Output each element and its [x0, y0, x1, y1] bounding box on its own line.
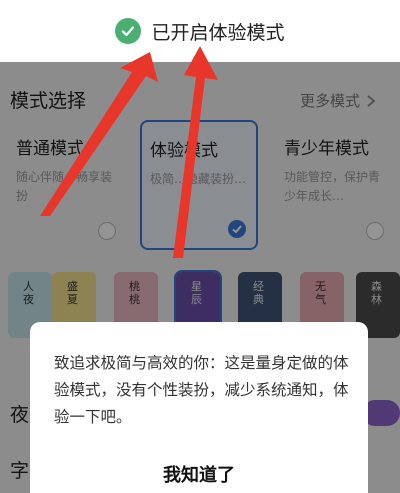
check-circle-icon	[115, 18, 142, 44]
intro-dialog: 致追求极简与高效的你：这是量身定做的体验模式，没有个性装扮，减少系统通知，体验一…	[30, 322, 368, 493]
dialog-confirm-button[interactable]: 我知道了	[30, 456, 368, 492]
mode-toast: 已开启体验模式	[0, 0, 400, 62]
toast-message: 已开启体验模式	[151, 21, 285, 44]
dialog-body: 致追求极简与高效的你：这是量身定做的体验模式，没有个性装扮，减少系统通知，体验一…	[54, 354, 349, 426]
